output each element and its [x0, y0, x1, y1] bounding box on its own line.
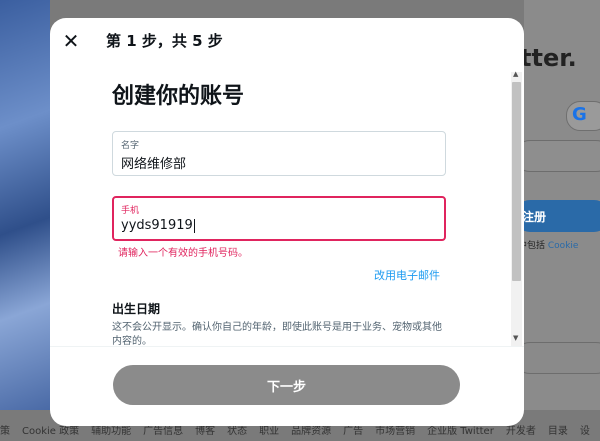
cookie-note: 中包括 Cookie: [518, 238, 578, 251]
phone-field-value-wrap: yyds91919: [121, 218, 195, 233]
dob-title: 出生日期: [112, 302, 161, 316]
name-field[interactable]: 名字 网络维修部: [112, 131, 446, 176]
close-button[interactable]: ✕: [60, 29, 82, 53]
footer-link[interactable]: 目录: [548, 422, 568, 437]
next-button[interactable]: 下一步: [113, 365, 460, 405]
brand-text: tter.: [520, 44, 577, 72]
name-field-value: 网络维修部: [121, 157, 187, 172]
dob-description: 这不会公开显示。确认你自己的年龄，即使此账号是用于业务、宠物或其他内容的。: [112, 322, 442, 347]
phone-field[interactable]: 手机 yyds91919: [112, 196, 446, 241]
phone-field-label: 手机: [121, 206, 140, 216]
apple-signin-button[interactable]: [514, 140, 600, 172]
background-artwork: [0, 0, 50, 410]
use-email-link[interactable]: 改用电子邮件: [374, 267, 440, 283]
page-title: 创建你的账号: [112, 84, 245, 109]
footer-link[interactable]: 策: [0, 422, 10, 437]
scroll-down-arrow-icon[interactable]: ▼: [513, 334, 518, 342]
footer-divider: [50, 346, 524, 347]
text-caret: [193, 218, 195, 233]
name-field-label: 名字: [121, 141, 140, 151]
google-icon: G: [572, 104, 587, 125]
phone-error-message: 请输入一个有效的手机号码。: [118, 248, 248, 259]
step-indicator: 第 1 步，共 5 步: [106, 32, 223, 50]
cookie-link[interactable]: Cookie: [548, 241, 579, 251]
scrollbar-thumb[interactable]: [512, 82, 521, 281]
background-landing-panel: tter. G 注册 中包括 Cookie: [514, 0, 600, 410]
scroll-up-arrow-icon[interactable]: ▲: [513, 70, 518, 78]
phone-field-value: yyds91919: [121, 218, 193, 233]
footer-link[interactable]: 设: [580, 422, 590, 437]
signup-modal: ✕ 第 1 步，共 5 步 创建你的账号 名字 网络维修部 手机 yyds919…: [50, 18, 524, 426]
login-button[interactable]: [514, 342, 600, 374]
signup-label: 注册: [522, 210, 547, 224]
close-icon: ✕: [62, 29, 80, 53]
